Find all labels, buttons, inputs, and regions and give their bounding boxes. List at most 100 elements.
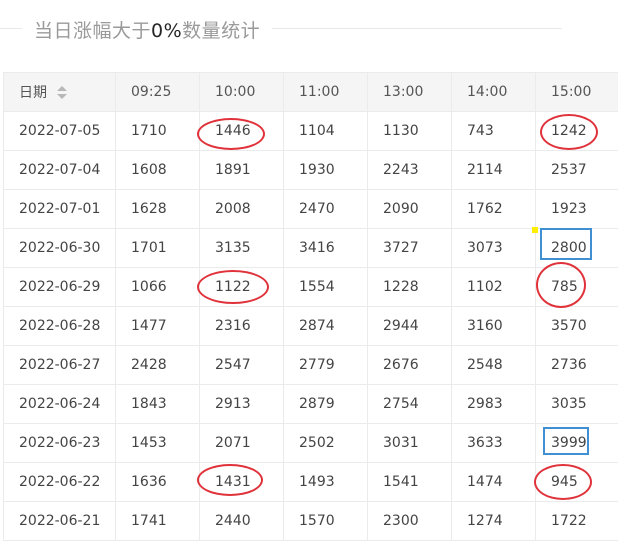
date-cell: 2022-06-23	[3, 423, 116, 463]
count-cell: 2300	[367, 501, 452, 541]
column-header-1300: 13:00	[367, 72, 452, 112]
column-header-1100: 11:00	[283, 72, 368, 112]
yellow-marker-dot	[532, 227, 538, 233]
count-cell: 1891	[199, 150, 284, 190]
count-cell: 1122	[199, 267, 284, 307]
count-cell: 2071	[199, 423, 284, 463]
table-row: 2022-06-27 2428 2547 2779 2676 2548 2736	[3, 345, 618, 385]
count-cell: 2428	[115, 345, 200, 385]
count-cell: 1130	[367, 111, 452, 151]
count-cell: 1710	[115, 111, 200, 151]
count-cell: 1608	[115, 150, 200, 190]
column-header-label: 09:25	[131, 84, 172, 100]
count-cell: 2114	[451, 150, 536, 190]
column-header-date[interactable]: 日期	[3, 72, 116, 112]
section-title: 当日涨幅大于0%数量统计	[0, 8, 618, 48]
count-cell: 1453	[115, 423, 200, 463]
count-cell: 743	[451, 111, 536, 151]
count-cell: 1493	[283, 462, 368, 502]
count-cell: 945	[535, 462, 618, 502]
count-cell: 1923	[535, 189, 618, 229]
count-cell: 1762	[451, 189, 536, 229]
count-cell: 1066	[115, 267, 200, 307]
count-cell: 2243	[367, 150, 452, 190]
column-header-1000: 10:00	[199, 72, 284, 112]
count-cell: 1102	[451, 267, 536, 307]
date-cell: 2022-06-29	[3, 267, 116, 307]
table-row: 2022-06-29 1066 1122 1554 1228 1102 785	[3, 267, 618, 307]
column-header-1400: 14:00	[451, 72, 536, 112]
table-row: 2022-07-04 1608 1891 1930 2243 2114 2537	[3, 150, 618, 190]
count-cell: 3999	[535, 423, 618, 463]
count-cell: 2090	[367, 189, 452, 229]
count-cell: 1541	[367, 462, 452, 502]
count-cell: 1554	[283, 267, 368, 307]
count-cell: 2874	[283, 306, 368, 346]
column-header-label: 日期	[19, 85, 47, 101]
table-header-row: 日期 09:25 10:00 11:00 13:00 14:00 15:00	[3, 72, 618, 112]
count-cell: 1431	[199, 462, 284, 502]
count-cell: 3727	[367, 228, 452, 268]
table-row: 2022-06-28 1477 2316 2874 2944 3160 3570	[3, 306, 618, 346]
count-cell: 3031	[367, 423, 452, 463]
count-cell: 785	[535, 267, 618, 307]
column-header-label: 11:00	[299, 84, 340, 100]
page: 当日涨幅大于0%数量统计 日期 09:25 10:00 11:00 13:00	[0, 0, 618, 544]
title-divider-left	[0, 28, 22, 29]
column-header-label: 15:00	[551, 84, 592, 100]
count-cell: 1228	[367, 267, 452, 307]
count-cell: 1477	[115, 306, 200, 346]
count-cell: 2879	[283, 384, 368, 424]
date-cell: 2022-06-24	[3, 384, 116, 424]
count-cell: 1474	[451, 462, 536, 502]
count-cell: 3160	[451, 306, 536, 346]
title-divider-right	[272, 28, 562, 29]
date-cell: 2022-07-05	[3, 111, 116, 151]
count-cell: 2944	[367, 306, 452, 346]
table-row: 2022-06-30 1701 3135 3416 3727 3073 2800	[3, 228, 618, 268]
count-cell: 1274	[451, 501, 536, 541]
count-cell: 1701	[115, 228, 200, 268]
table-row: 2022-06-21 1741 2440 1570 2300 1274 1722	[3, 501, 618, 541]
table-row: 2022-06-24 1843 2913 2879 2754 2983 3035	[3, 384, 618, 424]
count-cell: 2676	[367, 345, 452, 385]
count-cell: 2983	[451, 384, 536, 424]
count-cell: 2736	[535, 345, 618, 385]
count-cell: 1104	[283, 111, 368, 151]
count-cell: 3416	[283, 228, 368, 268]
column-header-label: 13:00	[383, 84, 424, 100]
date-cell: 2022-07-01	[3, 189, 116, 229]
count-cell: 1628	[115, 189, 200, 229]
count-cell: 3035	[535, 384, 618, 424]
count-cell: 2316	[199, 306, 284, 346]
count-cell: 2440	[199, 501, 284, 541]
count-cell: 2502	[283, 423, 368, 463]
date-cell: 2022-06-28	[3, 306, 116, 346]
title-highlight: 0%	[151, 20, 183, 42]
count-cell: 1722	[535, 501, 618, 541]
table-row: 2022-07-05 1710 1446 1104 1130 743 1242	[3, 111, 618, 151]
table-row: 2022-06-22 1636 1431 1493 1541 1474 945	[3, 462, 618, 502]
date-cell: 2022-07-04	[3, 150, 116, 190]
count-cell: 1843	[115, 384, 200, 424]
stats-table: 日期 09:25 10:00 11:00 13:00 14:00 15:00 2…	[3, 72, 618, 541]
date-cell: 2022-06-22	[3, 462, 116, 502]
table-body: 2022-07-05 1710 1446 1104 1130 743 1242 2022-07…	[3, 111, 618, 541]
table-row: 2022-07-01 1628 2008 2470 2090 1762 1923	[3, 189, 618, 229]
section-title-text: 当日涨幅大于0%数量统计	[34, 16, 260, 43]
count-cell: 1570	[283, 501, 368, 541]
column-header-1500: 15:00	[535, 72, 618, 112]
count-cell: 2008	[199, 189, 284, 229]
table-row: 2022-06-23 1453 2071 2502 3031 3633 3999	[3, 423, 618, 463]
sort-icon[interactable]	[57, 86, 67, 100]
title-suffix: 数量统计	[182, 20, 261, 42]
count-cell: 3135	[199, 228, 284, 268]
date-cell: 2022-06-27	[3, 345, 116, 385]
count-cell: 2470	[283, 189, 368, 229]
count-cell: 2754	[367, 384, 452, 424]
count-cell: 1741	[115, 501, 200, 541]
count-cell: 1636	[115, 462, 200, 502]
column-header-label: 10:00	[215, 84, 256, 100]
stats-table-container: 日期 09:25 10:00 11:00 13:00 14:00 15:00 2…	[3, 72, 618, 541]
date-cell: 2022-06-30	[3, 228, 116, 268]
